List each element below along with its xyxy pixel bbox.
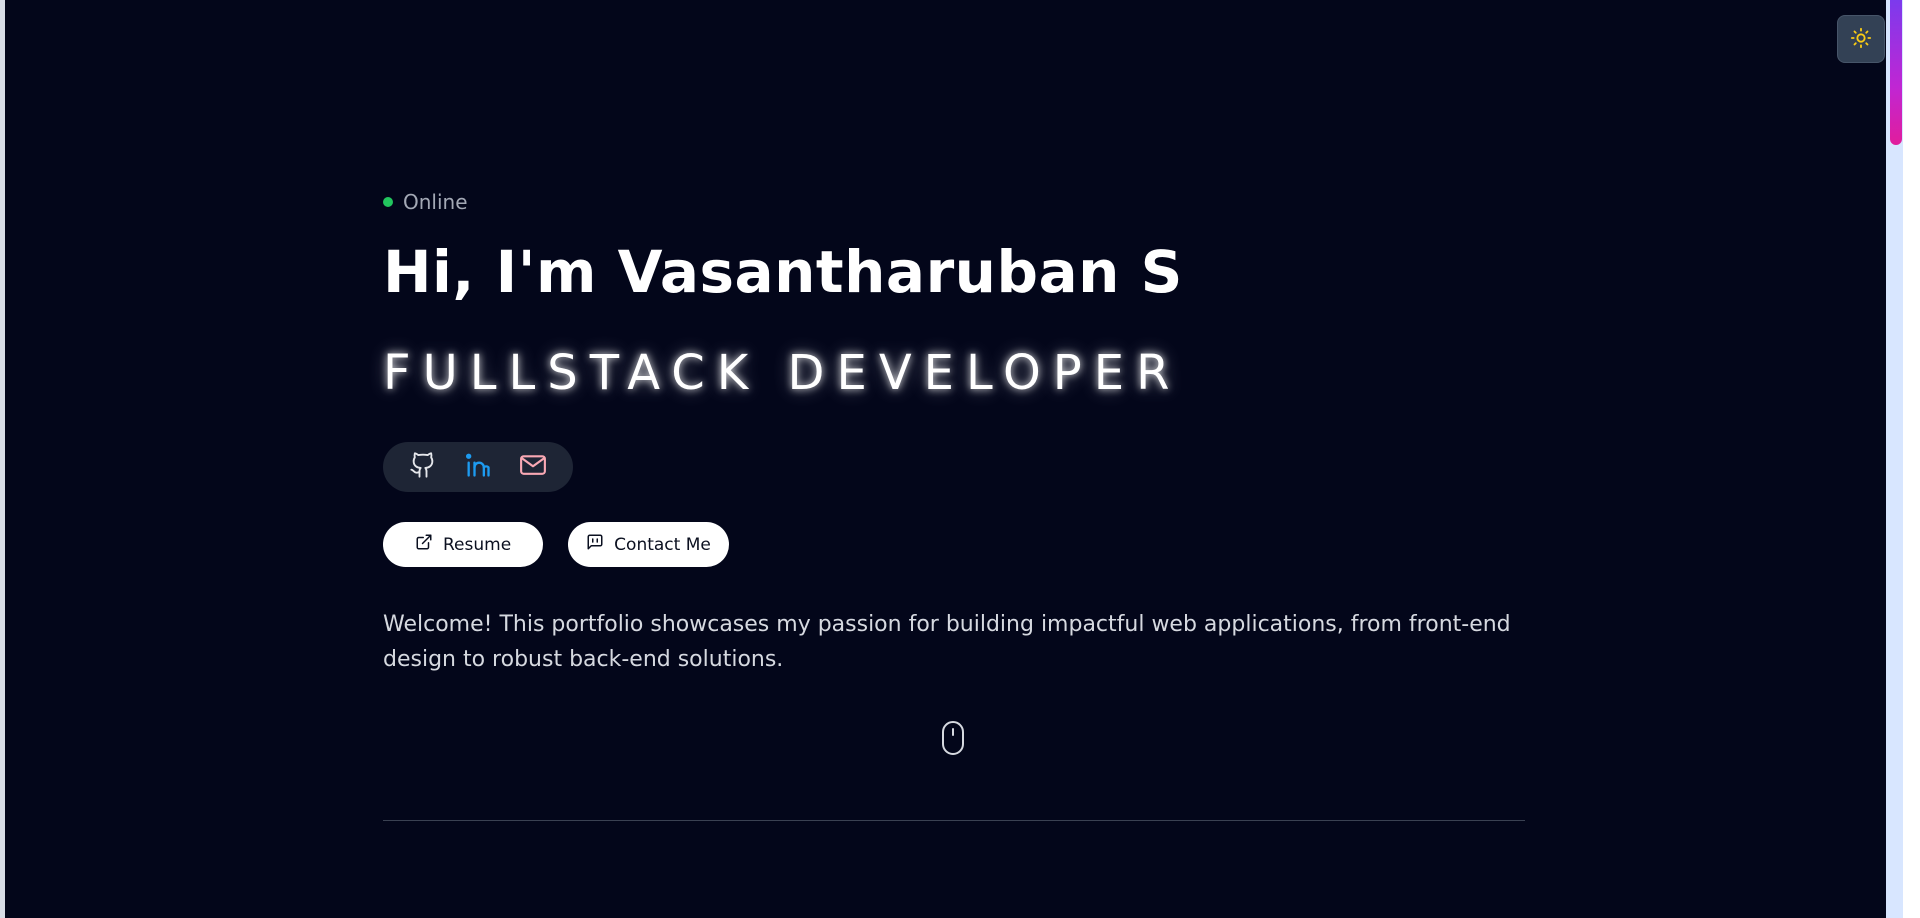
page-title: Hi, I'm Vasantharuban S <box>383 238 1183 306</box>
scrollbar[interactable] <box>1886 0 1903 918</box>
sun-icon <box>1850 27 1872 52</box>
github-icon <box>409 451 437 483</box>
role-title: FULLSTACK DEVELOPER <box>383 345 1182 401</box>
online-status: Online <box>383 190 468 214</box>
portfolio-page: Online Hi, I'm Vasantharuban S FULLSTACK… <box>5 0 1903 918</box>
contact-button-label: Contact Me <box>614 534 711 555</box>
welcome-text: Welcome! This portfolio showcases my pas… <box>383 612 1511 672</box>
linkedin-link[interactable] <box>458 447 498 487</box>
linkedin-icon <box>464 451 492 483</box>
status-dot <box>383 197 393 207</box>
mail-icon <box>518 450 548 484</box>
contact-me-button[interactable]: Contact Me <box>568 522 729 567</box>
social-links <box>383 442 573 492</box>
section-divider <box>383 820 1525 821</box>
mouse-icon <box>940 720 966 760</box>
message-icon <box>586 533 604 556</box>
status-label: Online <box>403 190 468 214</box>
scroll-down-indicator[interactable] <box>938 720 968 760</box>
theme-toggle-button[interactable] <box>1837 15 1885 63</box>
scrollbar-thumb[interactable] <box>1890 0 1902 145</box>
github-link[interactable] <box>403 447 443 487</box>
resume-button[interactable]: Resume <box>383 522 544 567</box>
cta-buttons: Resume Contact Me <box>383 522 729 567</box>
resume-button-label: Resume <box>443 534 512 555</box>
external-link-icon <box>415 533 433 556</box>
email-link[interactable] <box>513 447 553 487</box>
